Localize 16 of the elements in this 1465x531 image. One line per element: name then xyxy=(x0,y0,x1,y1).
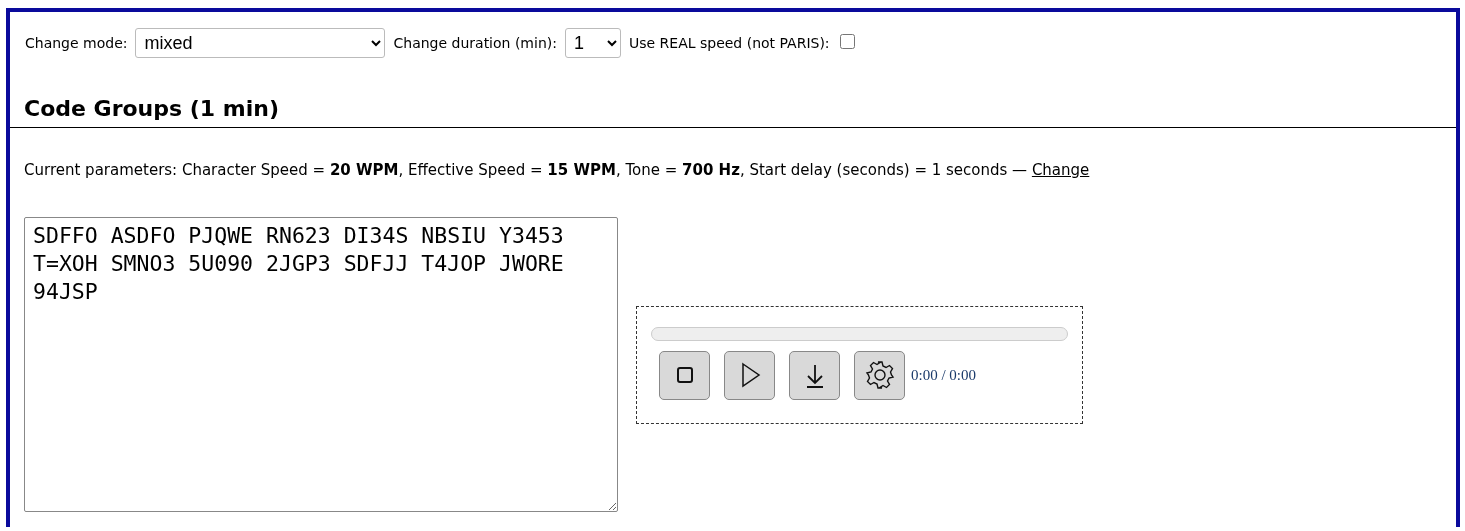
parameters-text: Current parameters: Character Speed = 20 WPM, Effective Speed = 15 WPM, Tone = 700 Hz, Start delay (seconds) = 1 seconds — Change xyxy=(23,160,1091,181)
code-text-area[interactable]: SDFFO ASDFO PJQWE RN623 DI34S NBSIU Y3453 T=XOH SMNO3 5U090 2JGP3 SDFJJ T4JOP JWORE 94JSP xyxy=(24,217,618,512)
play-button[interactable] xyxy=(724,350,775,400)
duration-dropdown[interactable]: 1 xyxy=(564,28,621,58)
settings-button[interactable] xyxy=(854,350,905,400)
time-display: 0:00 / 0:00 xyxy=(911,366,976,384)
stop-button[interactable] xyxy=(659,350,710,400)
checkbox[interactable] xyxy=(839,33,855,49)
field-label: Use REAL speed (not PARIS): xyxy=(628,35,830,51)
settings-icon xyxy=(863,359,896,391)
mode-dropdown[interactable]: mixed xyxy=(135,28,386,58)
section-heading: Code Groups (1 min) xyxy=(10,96,1456,128)
field-label: Change duration (min): xyxy=(393,35,557,51)
download-button[interactable] xyxy=(789,350,840,400)
change-link[interactable]: Change xyxy=(1031,161,1090,179)
field-label: Change mode: xyxy=(25,35,128,51)
